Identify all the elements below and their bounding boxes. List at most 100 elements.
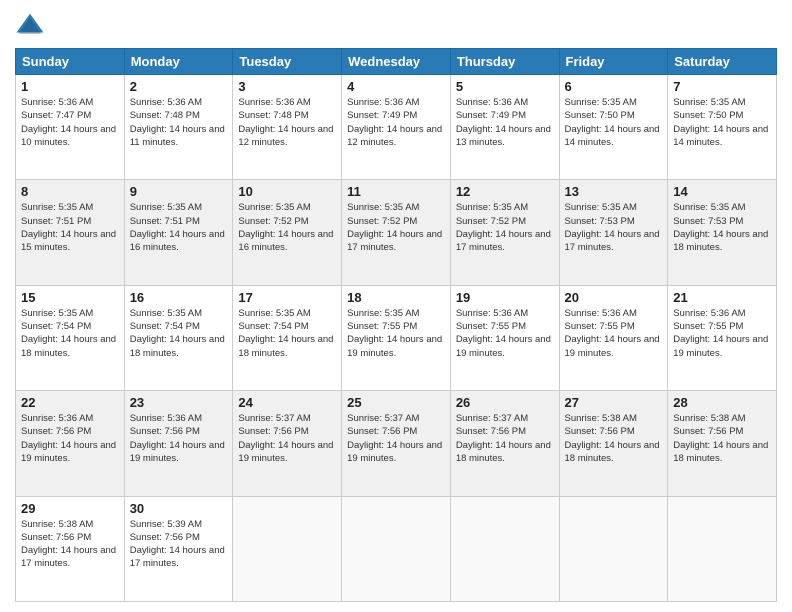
day-number: 5 <box>456 79 554 94</box>
sunset-label: Sunset: 7:51 PM <box>130 216 200 227</box>
day-info: Sunrise: 5:35 AM Sunset: 7:53 PM Dayligh… <box>673 201 771 254</box>
day-number: 2 <box>130 79 228 94</box>
calendar-cell <box>342 496 451 601</box>
day-number: 3 <box>238 79 336 94</box>
sunset-label: Sunset: 7:48 PM <box>130 110 200 121</box>
day-number: 15 <box>21 290 119 305</box>
daylight-label: Daylight: 14 hours and 19 minutes. <box>456 334 551 358</box>
sunrise-label: Sunrise: 5:39 AM <box>130 519 202 530</box>
header <box>15 10 777 40</box>
day-info: Sunrise: 5:35 AM Sunset: 7:51 PM Dayligh… <box>130 201 228 254</box>
day-info: Sunrise: 5:35 AM Sunset: 7:54 PM Dayligh… <box>21 307 119 360</box>
calendar-cell: 25 Sunrise: 5:37 AM Sunset: 7:56 PM Dayl… <box>342 391 451 496</box>
sunrise-label: Sunrise: 5:35 AM <box>238 308 310 319</box>
sunrise-label: Sunrise: 5:35 AM <box>565 202 637 213</box>
sunrise-label: Sunrise: 5:37 AM <box>347 413 419 424</box>
logo-icon <box>15 10 45 40</box>
calendar-cell: 4 Sunrise: 5:36 AM Sunset: 7:49 PM Dayli… <box>342 75 451 180</box>
sunset-label: Sunset: 7:53 PM <box>565 216 635 227</box>
calendar-cell: 21 Sunrise: 5:36 AM Sunset: 7:55 PM Dayl… <box>668 285 777 390</box>
sunset-label: Sunset: 7:47 PM <box>21 110 91 121</box>
sunset-label: Sunset: 7:52 PM <box>456 216 526 227</box>
sunrise-label: Sunrise: 5:35 AM <box>456 202 528 213</box>
calendar-body: 1 Sunrise: 5:36 AM Sunset: 7:47 PM Dayli… <box>16 75 777 602</box>
sunrise-label: Sunrise: 5:38 AM <box>673 413 745 424</box>
day-number: 29 <box>21 501 119 516</box>
calendar-table: SundayMondayTuesdayWednesdayThursdayFrid… <box>15 48 777 602</box>
week-row-2: 8 Sunrise: 5:35 AM Sunset: 7:51 PM Dayli… <box>16 180 777 285</box>
day-info: Sunrise: 5:36 AM Sunset: 7:49 PM Dayligh… <box>456 96 554 149</box>
day-number: 6 <box>565 79 663 94</box>
daylight-label: Daylight: 14 hours and 18 minutes. <box>673 440 768 464</box>
day-number: 17 <box>238 290 336 305</box>
day-number: 21 <box>673 290 771 305</box>
daylight-label: Daylight: 14 hours and 18 minutes. <box>130 334 225 358</box>
sunset-label: Sunset: 7:50 PM <box>673 110 743 121</box>
day-info: Sunrise: 5:36 AM Sunset: 7:48 PM Dayligh… <box>130 96 228 149</box>
daylight-label: Daylight: 14 hours and 19 minutes. <box>565 334 660 358</box>
sunset-label: Sunset: 7:56 PM <box>130 532 200 543</box>
day-info: Sunrise: 5:37 AM Sunset: 7:56 PM Dayligh… <box>347 412 445 465</box>
day-info: Sunrise: 5:35 AM Sunset: 7:52 PM Dayligh… <box>456 201 554 254</box>
calendar-cell <box>559 496 668 601</box>
sunset-label: Sunset: 7:52 PM <box>347 216 417 227</box>
day-info: Sunrise: 5:35 AM Sunset: 7:54 PM Dayligh… <box>130 307 228 360</box>
day-info: Sunrise: 5:35 AM Sunset: 7:52 PM Dayligh… <box>347 201 445 254</box>
day-info: Sunrise: 5:36 AM Sunset: 7:47 PM Dayligh… <box>21 96 119 149</box>
sunset-label: Sunset: 7:49 PM <box>456 110 526 121</box>
calendar-cell: 19 Sunrise: 5:36 AM Sunset: 7:55 PM Dayl… <box>450 285 559 390</box>
sunset-label: Sunset: 7:56 PM <box>21 532 91 543</box>
day-info: Sunrise: 5:35 AM Sunset: 7:54 PM Dayligh… <box>238 307 336 360</box>
day-info: Sunrise: 5:35 AM Sunset: 7:55 PM Dayligh… <box>347 307 445 360</box>
calendar-cell: 17 Sunrise: 5:35 AM Sunset: 7:54 PM Dayl… <box>233 285 342 390</box>
calendar-cell: 23 Sunrise: 5:36 AM Sunset: 7:56 PM Dayl… <box>124 391 233 496</box>
header-cell-monday: Monday <box>124 49 233 75</box>
daylight-label: Daylight: 14 hours and 12 minutes. <box>347 124 442 148</box>
daylight-label: Daylight: 14 hours and 12 minutes. <box>238 124 333 148</box>
sunrise-label: Sunrise: 5:36 AM <box>565 308 637 319</box>
sunset-label: Sunset: 7:56 PM <box>238 426 308 437</box>
day-number: 4 <box>347 79 445 94</box>
day-info: Sunrise: 5:38 AM Sunset: 7:56 PM Dayligh… <box>21 518 119 571</box>
day-number: 19 <box>456 290 554 305</box>
sunset-label: Sunset: 7:55 PM <box>347 321 417 332</box>
sunset-label: Sunset: 7:56 PM <box>565 426 635 437</box>
day-number: 25 <box>347 395 445 410</box>
daylight-label: Daylight: 14 hours and 14 minutes. <box>673 124 768 148</box>
day-info: Sunrise: 5:36 AM Sunset: 7:49 PM Dayligh… <box>347 96 445 149</box>
calendar-cell: 7 Sunrise: 5:35 AM Sunset: 7:50 PM Dayli… <box>668 75 777 180</box>
sunrise-label: Sunrise: 5:35 AM <box>130 308 202 319</box>
day-number: 23 <box>130 395 228 410</box>
calendar-cell: 12 Sunrise: 5:35 AM Sunset: 7:52 PM Dayl… <box>450 180 559 285</box>
daylight-label: Daylight: 14 hours and 19 minutes. <box>238 440 333 464</box>
day-info: Sunrise: 5:39 AM Sunset: 7:56 PM Dayligh… <box>130 518 228 571</box>
sunrise-label: Sunrise: 5:35 AM <box>673 97 745 108</box>
calendar-header: SundayMondayTuesdayWednesdayThursdayFrid… <box>16 49 777 75</box>
sunset-label: Sunset: 7:50 PM <box>565 110 635 121</box>
sunrise-label: Sunrise: 5:38 AM <box>21 519 93 530</box>
sunrise-label: Sunrise: 5:36 AM <box>456 308 528 319</box>
day-info: Sunrise: 5:37 AM Sunset: 7:56 PM Dayligh… <box>456 412 554 465</box>
calendar-cell: 27 Sunrise: 5:38 AM Sunset: 7:56 PM Dayl… <box>559 391 668 496</box>
daylight-label: Daylight: 14 hours and 17 minutes. <box>130 545 225 569</box>
calendar-cell <box>233 496 342 601</box>
daylight-label: Daylight: 14 hours and 17 minutes. <box>565 229 660 253</box>
header-cell-sunday: Sunday <box>16 49 125 75</box>
calendar-cell: 9 Sunrise: 5:35 AM Sunset: 7:51 PM Dayli… <box>124 180 233 285</box>
calendar-cell: 15 Sunrise: 5:35 AM Sunset: 7:54 PM Dayl… <box>16 285 125 390</box>
sunset-label: Sunset: 7:54 PM <box>21 321 91 332</box>
calendar-cell: 6 Sunrise: 5:35 AM Sunset: 7:50 PM Dayli… <box>559 75 668 180</box>
daylight-label: Daylight: 14 hours and 17 minutes. <box>347 229 442 253</box>
day-number: 1 <box>21 79 119 94</box>
day-info: Sunrise: 5:36 AM Sunset: 7:55 PM Dayligh… <box>456 307 554 360</box>
sunrise-label: Sunrise: 5:35 AM <box>673 202 745 213</box>
day-number: 11 <box>347 184 445 199</box>
daylight-label: Daylight: 14 hours and 19 minutes. <box>347 334 442 358</box>
day-number: 18 <box>347 290 445 305</box>
day-number: 28 <box>673 395 771 410</box>
day-number: 20 <box>565 290 663 305</box>
daylight-label: Daylight: 14 hours and 19 minutes. <box>673 334 768 358</box>
day-info: Sunrise: 5:36 AM Sunset: 7:48 PM Dayligh… <box>238 96 336 149</box>
sunset-label: Sunset: 7:55 PM <box>565 321 635 332</box>
calendar-cell: 13 Sunrise: 5:35 AM Sunset: 7:53 PM Dayl… <box>559 180 668 285</box>
